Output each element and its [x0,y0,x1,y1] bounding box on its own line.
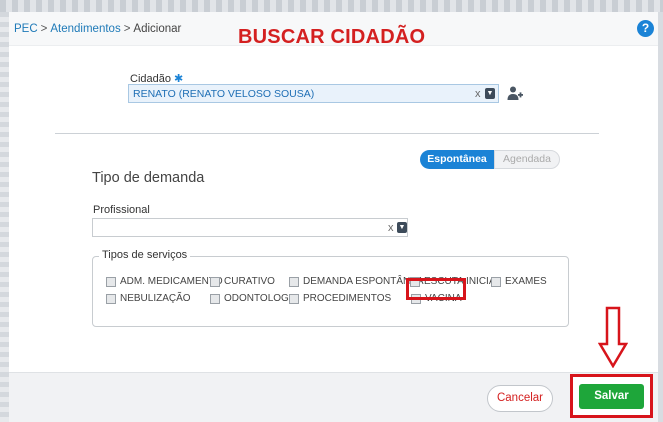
breadcrumb-pec[interactable]: PEC [14,23,38,35]
checkbox-label: PROCEDIMENTOS [303,293,392,304]
red-arrow-down-icon [598,306,628,368]
checkbox-box[interactable] [210,276,220,287]
modal-footer [9,372,658,422]
checkbox-box[interactable] [210,293,220,304]
checkbox-label: EXAMES [505,276,547,287]
vacina-highlight-box [406,278,466,300]
cidadao-value: RENATO (RENATO VELOSO SOUSA) [133,88,315,100]
save-button[interactable]: Salvar [579,384,644,409]
checkbox-box[interactable] [289,293,299,304]
section-divider [55,133,599,134]
checkbox-box[interactable] [106,293,116,304]
clear-icon[interactable]: x [388,222,394,234]
checkbox-adm-medicamento[interactable]: ADM. MEDICAMENTO [106,276,223,287]
breadcrumb-current: Adicionar [133,23,182,35]
checkbox-box[interactable] [106,276,116,287]
add-atendimento-modal: PEC > Atendimentos > Adicionar ? [9,12,658,422]
checkbox-label: CURATIVO [224,276,275,287]
option-agendada[interactable]: Agendada [494,150,560,169]
option-espontanea[interactable]: Espontânea [420,150,494,169]
help-icon[interactable]: ? [637,20,654,37]
chevron-down-icon[interactable]: ▼ [485,88,495,99]
background-strip [0,0,663,12]
checkbox-label: NEBULIZAÇÃO [120,293,191,304]
cancel-button[interactable]: Cancelar [487,385,553,412]
chevron-down-icon[interactable]: ▼ [397,222,407,233]
profissional-select[interactable]: x ▼ [92,218,408,237]
tipos-servicos-legend: Tipos de serviços [99,249,191,261]
background-left [0,12,9,422]
breadcrumb-separator: > [40,23,48,35]
checkbox-box[interactable] [289,276,299,287]
tipo-demanda-toggle: Espontânea Agendada [420,150,560,169]
breadcrumb: PEC > Atendimentos > Adicionar [14,23,181,35]
clear-icon[interactable]: x [475,88,481,100]
checkbox-curativo[interactable]: CURATIVO [210,276,275,287]
checkbox-label: ADM. MEDICAMENTO [120,276,223,287]
checkbox-nebulizacao[interactable]: NEBULIZAÇÃO [106,293,191,304]
add-user-icon[interactable] [507,85,523,101]
checkbox-procedimentos[interactable]: PROCEDIMENTOS [289,293,391,304]
checkbox-box[interactable] [491,276,501,287]
breadcrumb-separator: > [123,23,131,35]
tipos-servicos-group [92,256,569,327]
tipo-demanda-label: Tipo de demanda [92,170,205,186]
checkbox-demanda-espontanea[interactable]: DEMANDA ESPONTÂNEA [289,276,424,287]
background-right [658,12,663,422]
breadcrumb-atendimentos[interactable]: Atendimentos [50,23,120,35]
save-button-highlight: Salvar [570,374,653,418]
checkbox-exames[interactable]: EXAMES [491,276,547,287]
checkbox-label: ODONTOLOGIA [224,293,299,304]
annotation-title: BUSCAR CIDADÃO [238,26,426,48]
checkbox-odontologia[interactable]: ODONTOLOGIA [210,293,298,304]
profissional-label: Profissional [93,204,150,216]
cidadao-select[interactable]: RENATO (RENATO VELOSO SOUSA) x ▼ [128,84,499,103]
